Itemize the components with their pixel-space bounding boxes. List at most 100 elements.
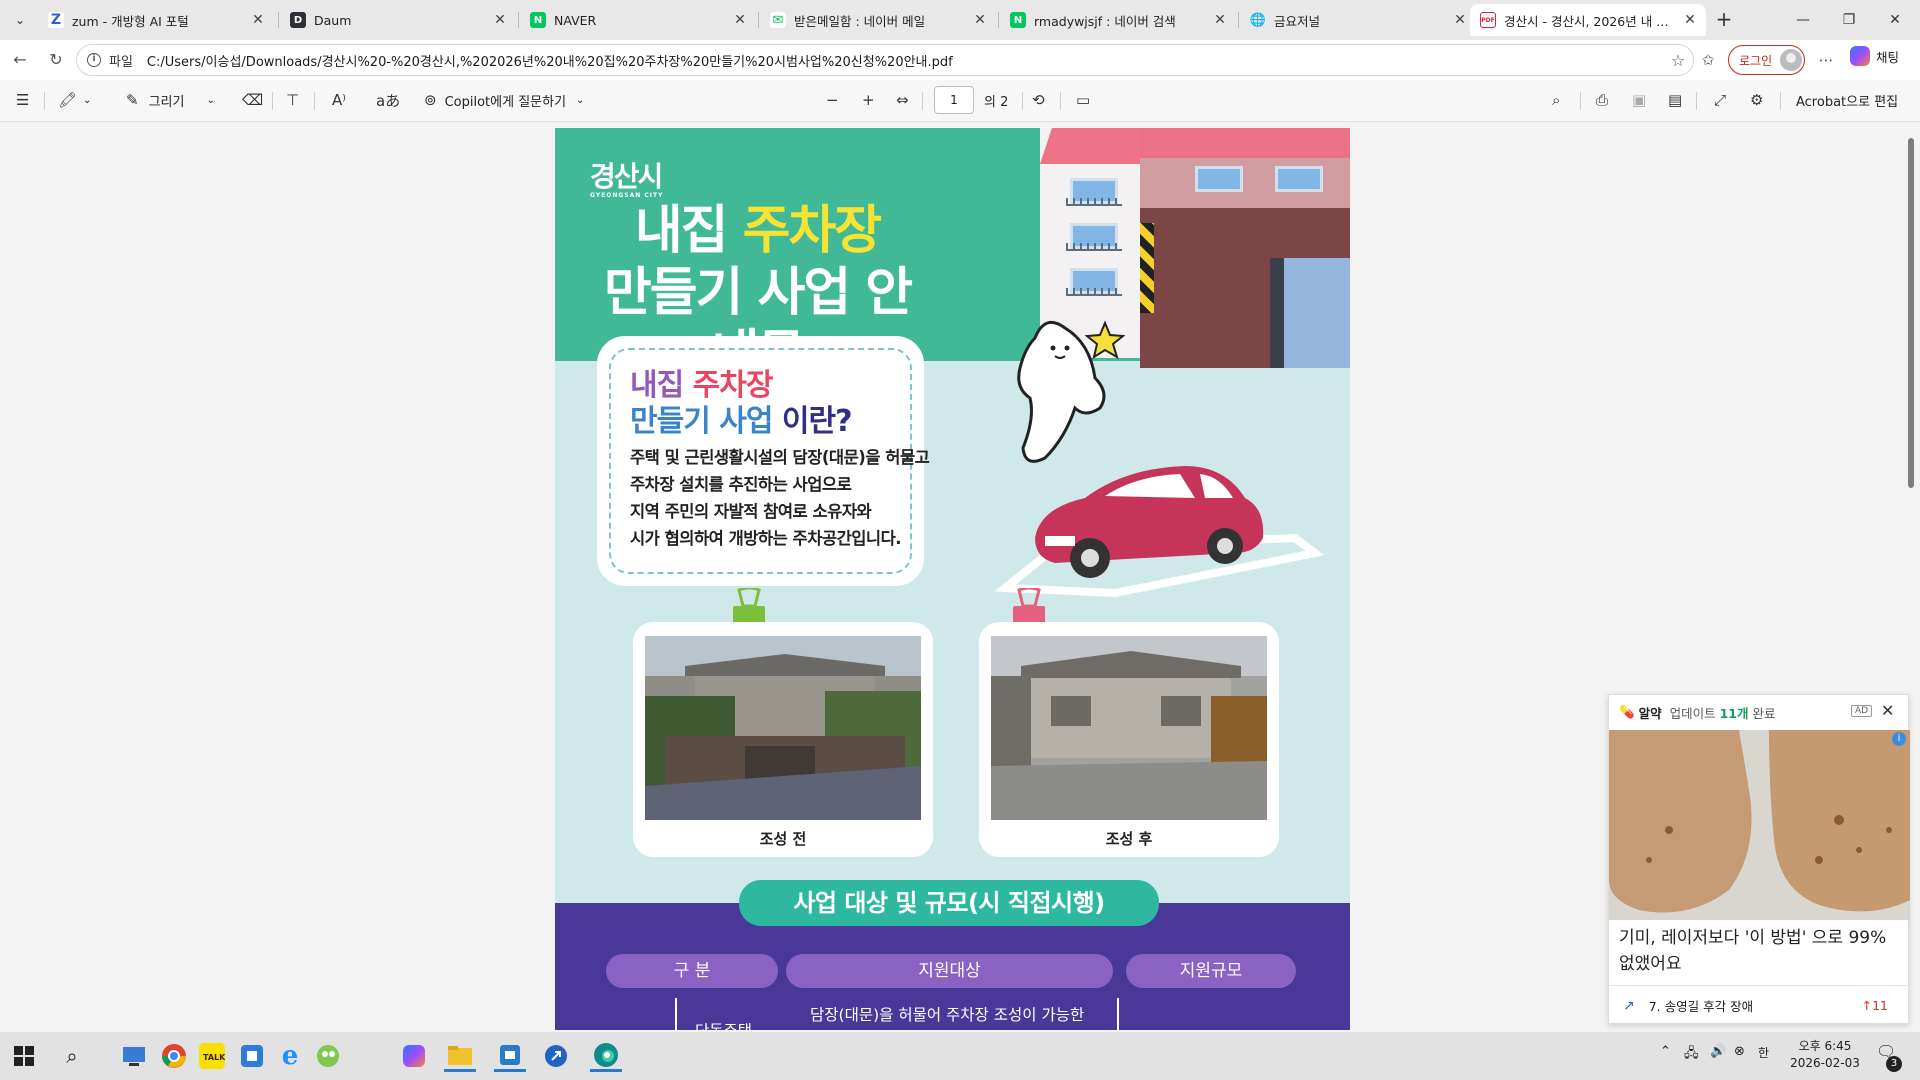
file-explorer-icon[interactable] (444, 1040, 476, 1072)
binder-clip-pink-icon (1013, 588, 1045, 624)
eraser-icon[interactable]: ⌫ (242, 88, 263, 112)
table-cell-type: 단독주택 (695, 1020, 752, 1030)
ad-headline[interactable]: 기미, 레이저보다 '이 방법' 으로 99% 없앴어요 (1619, 925, 1904, 977)
toolbar-divider (1580, 92, 1581, 110)
chevron-down-icon[interactable]: ⌄ (206, 95, 214, 106)
close-tab-icon[interactable]: ✕ (1452, 12, 1468, 28)
ad-image[interactable] (1609, 730, 1910, 920)
zoom-in-icon[interactable]: + (862, 88, 875, 112)
before-caption: 조성 전 (759, 830, 807, 848)
url-text[interactable]: C:/Users/이승섭/Downloads/경산시%20-%20경산시,%20… (147, 51, 1663, 70)
close-window-icon[interactable]: ✕ (1872, 4, 1918, 36)
system-clock[interactable]: 오후 6:45 2026-02-03 (1790, 1038, 1860, 1072)
app-arrow-icon[interactable] (540, 1040, 572, 1072)
close-tab-icon[interactable]: ✕ (1682, 12, 1698, 28)
avatar-icon (1780, 49, 1803, 71)
more-options-icon[interactable]: ⋯ (1814, 48, 1838, 72)
computer-app-icon[interactable] (118, 1040, 150, 1072)
naver-icon: N (1010, 12, 1026, 28)
definition-text: 주택 및 근린생활시설의 담장(대문)을 허물고 주차장 설치를 추진하는 사업… (630, 448, 930, 548)
tab-naver-mail[interactable]: ✉ 받은메일함 : 네이버 메일 ✕ (760, 4, 996, 36)
ime-status-icon[interactable]: ⊗ (1734, 1044, 1745, 1059)
tab-title: 경산시 - 경산시, 2026년 내 집 주차 (1504, 13, 1676, 29)
after-caption: 조성 후 (1105, 830, 1153, 848)
tab-title: rmadywjsjf : 네이버 검색 (1034, 13, 1176, 29)
zoom-out-icon[interactable]: − (826, 88, 839, 112)
contents-list-icon[interactable]: ☰ (16, 88, 29, 112)
ad-popup[interactable]: 💊 알약 업데이트 11개 완료 AD ✕ i 기미, 레이저보다 '이 방법'… (1608, 694, 1910, 1025)
address-bar[interactable]: i 파일 C:/Users/이승섭/Downloads/경산시%20-%20경산… (76, 44, 1694, 76)
close-tab-icon[interactable]: ✕ (972, 12, 988, 28)
scrollbar-thumb[interactable] (1908, 138, 1914, 488)
volume-icon[interactable]: 🔊 (1710, 1044, 1726, 1059)
network-icon[interactable]: 🖧 (1684, 1044, 1699, 1066)
windows-start-icon[interactable] (8, 1040, 40, 1072)
show-hidden-icons-chevron-icon[interactable]: ⌃ (1660, 1044, 1671, 1059)
highlight-icon[interactable]: 🖍 ⌄ (58, 88, 91, 112)
minimize-icon[interactable]: — (1780, 4, 1826, 36)
tab-actions-chevron-icon[interactable]: ⌄ (8, 8, 32, 32)
new-tab-plus-icon[interactable]: + (1712, 8, 1736, 32)
fullscreen-icon[interactable]: ⤢ (1714, 88, 1726, 112)
acrobat-edit-button[interactable]: Acrobat으로 편집 (1796, 88, 1898, 112)
read-aloud-icon[interactable]: A⁾ (332, 88, 346, 112)
search-icon[interactable]: ⌕ (56, 1040, 88, 1072)
ad-info-icon[interactable]: i (1892, 732, 1906, 746)
copilot-chat-button[interactable]: 채팅 (1850, 46, 1899, 66)
gyeongsan-logo: 경산시 GYEONGSAN CITY (590, 160, 664, 199)
table-divider (675, 998, 677, 1030)
tab-gyeongsan-pdf[interactable]: PDF 경산시 - 경산시, 2026년 내 집 주차 ✕ (1470, 4, 1706, 36)
rotate-icon[interactable]: ⟲ (1032, 88, 1045, 112)
settings-gear-icon[interactable]: ⚙ (1750, 88, 1763, 112)
close-tab-icon[interactable]: ✕ (250, 12, 266, 28)
naver-mail-icon: ✉ (770, 12, 786, 28)
app-blue-icon[interactable] (236, 1040, 268, 1072)
page-total-label: 의 2 (984, 94, 1009, 110)
info-icon[interactable]: i (87, 53, 101, 67)
korean-ime-icon[interactable]: 한 (1758, 1044, 1769, 1061)
chevron-down-icon[interactable]: ⌄ (576, 95, 584, 106)
tab-geumyo[interactable]: 🌐 금요저널 ✕ (1240, 4, 1476, 36)
text-box-icon[interactable]: ⊤ (286, 88, 299, 112)
print-icon[interactable]: ⎙ (1596, 88, 1608, 112)
translate-icon[interactable]: aあ (376, 88, 400, 112)
chrome-icon[interactable] (158, 1040, 190, 1072)
clock-date: 2026-02-03 (1790, 1056, 1860, 1070)
close-tab-icon[interactable]: ✕ (492, 12, 508, 28)
edge-icon[interactable] (590, 1040, 622, 1072)
save-icon[interactable]: ▣ (1632, 88, 1646, 112)
copilot-taskbar-icon[interactable] (398, 1040, 430, 1072)
table-header-scale: 지원규모 (1126, 954, 1296, 988)
game-app-icon[interactable] (312, 1040, 344, 1072)
globe-icon: 🌐 (1249, 12, 1267, 28)
favorite-star-icon[interactable]: ☆ (1663, 51, 1693, 70)
save-as-icon[interactable]: ▤ (1668, 88, 1682, 112)
copilot-outline-icon: ⊚ (424, 91, 437, 109)
fit-width-icon[interactable]: ⇔ (896, 88, 909, 112)
refresh-icon[interactable]: ↻ (44, 48, 68, 72)
tab-naver[interactable]: N NAVER ✕ (520, 4, 756, 36)
internet-explorer-icon[interactable]: e (274, 1040, 306, 1072)
tab-daum[interactable]: D Daum ✕ (280, 4, 516, 36)
kakaotalk-icon[interactable]: TALK (196, 1040, 228, 1072)
tab-naver-search[interactable]: N rmadywjsjf : 네이버 검색 ✕ (1000, 4, 1236, 36)
ad-brand: 알약 (1638, 705, 1662, 721)
toolbar-divider (1022, 92, 1023, 110)
close-tab-icon[interactable]: ✕ (1212, 12, 1228, 28)
close-tab-icon[interactable]: ✕ (732, 12, 748, 28)
login-button[interactable]: 로그인 (1728, 45, 1805, 75)
search-icon[interactable]: ⌕ (1552, 88, 1560, 112)
back-arrow-icon[interactable]: ← (8, 48, 32, 72)
favorites-icon[interactable]: ✩ (1696, 48, 1720, 72)
page-view-icon[interactable]: ▭ (1076, 88, 1090, 112)
app-doc-icon[interactable] (494, 1040, 526, 1072)
ad-close-icon[interactable]: ✕ (1881, 701, 1894, 720)
draw-button[interactable]: ✎ 그리기 ⌄ (126, 88, 215, 112)
restore-icon[interactable]: ❐ (1826, 4, 1872, 36)
copilot-ask-button[interactable]: ⊚ Copilot에게 질문하기 ⌄ (424, 88, 584, 112)
naver-icon: N (530, 12, 546, 28)
trend-text: 7. 송영길 후각 장애 (1648, 999, 1754, 1014)
ad-trend-bar[interactable]: ↗ 7. 송영길 후각 장애 ↑11 (1609, 985, 1910, 1025)
page-number-input[interactable]: 1 (934, 86, 974, 114)
tab-zum[interactable]: Z zum - 개방형 AI 포털 ✕ (38, 4, 274, 36)
